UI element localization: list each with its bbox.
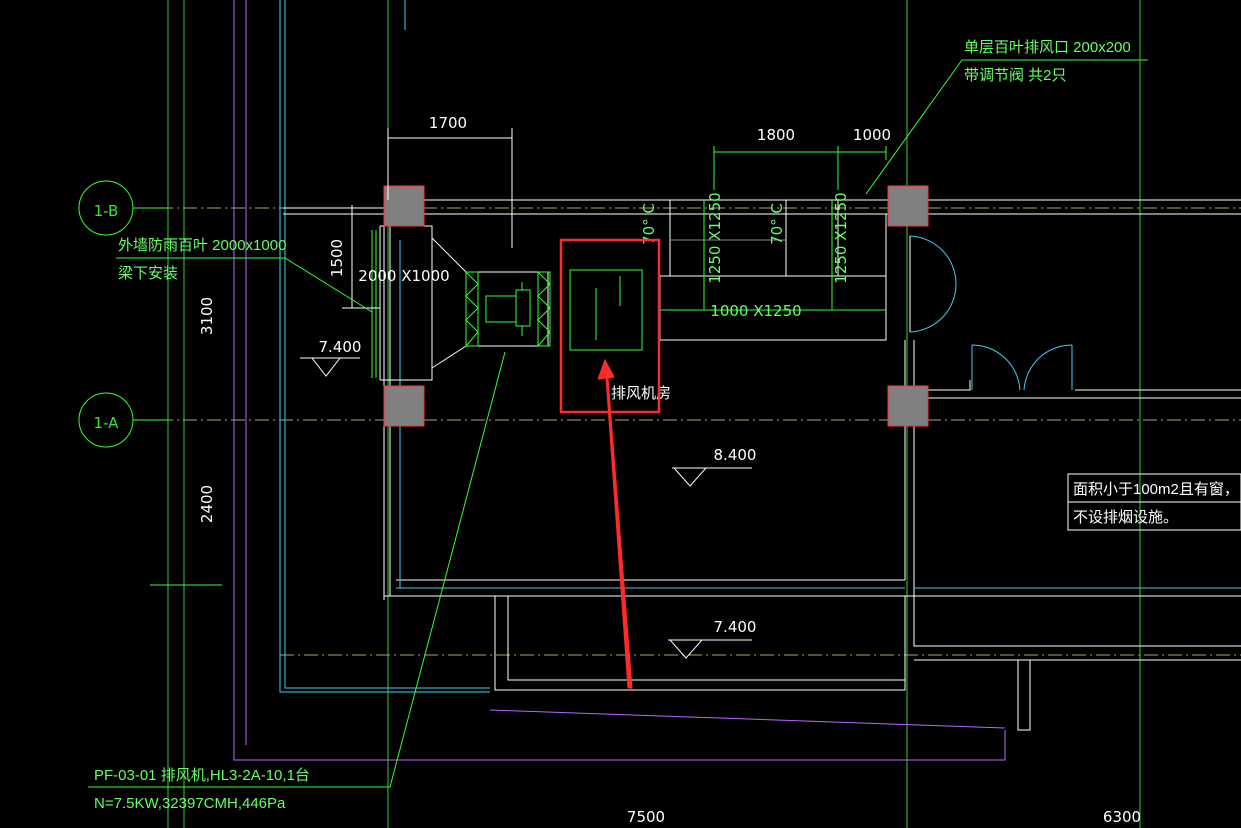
elevation-marker-1: 7.400 xyxy=(300,338,362,377)
smoke-note-line2: 不设排烟设施。 xyxy=(1073,509,1178,526)
duct-label-2000x1000: 2000 X1000 xyxy=(358,267,449,285)
column-1 xyxy=(383,185,425,227)
dim-3100: 3100 xyxy=(198,297,216,335)
duct-label-1000x1250: 1000 X1250 xyxy=(710,302,801,320)
room-walls xyxy=(383,199,1241,731)
dim-1500: 1500 xyxy=(328,239,346,277)
louver-note-line2: 带调节阀 共2只 xyxy=(964,67,1067,84)
grid-bubble-1a[interactable]: 1-A xyxy=(78,392,168,448)
dim-1700: 1700 xyxy=(429,114,467,132)
dim-2400: 2400 xyxy=(198,485,216,523)
cad-drawing-canvas[interactable]: 1-B 1-A 1700 1800 1000 1500 3100 2400 75… xyxy=(0,0,1241,828)
grid-label-1b: 1-B xyxy=(94,202,119,220)
wall-louver-line1: 外墙防雨百叶 2000x1000 xyxy=(118,237,286,254)
room-name: 排风机房 xyxy=(611,385,671,402)
duct-label-v1: 1250 X1250 xyxy=(706,192,724,283)
grid-label-1a: 1-A xyxy=(94,414,120,432)
door-swings xyxy=(909,235,1073,391)
louver-note-line1: 单层百叶排风口 200x200 xyxy=(964,39,1131,56)
dim-1000: 1000 xyxy=(853,126,891,144)
duct-label-v2: 1250 X1250 xyxy=(832,192,850,283)
smoke-note-line1: 面积小于100m2且有窗， xyxy=(1073,480,1239,498)
grid-bubble-1b[interactable]: 1-B xyxy=(78,180,168,236)
dim-7500: 7500 xyxy=(627,808,665,826)
fan-unit xyxy=(569,269,643,351)
elevation-marker-3: 7.400 xyxy=(668,618,757,659)
elevation-marker-2: 8.400 xyxy=(672,446,757,487)
room-inner-lines xyxy=(396,240,1241,589)
duct-system xyxy=(379,200,887,381)
column-2 xyxy=(887,185,929,227)
duct-inlet-louver xyxy=(371,230,551,378)
elevation-text-1: 7.400 xyxy=(319,338,362,356)
column-3 xyxy=(383,385,425,427)
equipment-line2: N=7.5KW,32397CMH,446Pa xyxy=(94,795,286,812)
elevation-text-2: 8.400 xyxy=(714,446,757,464)
leader-lines xyxy=(88,59,1148,788)
left-walls xyxy=(233,0,1006,761)
smoke-note-box: 面积小于100m2且有窗， 不设排烟设施。 xyxy=(1067,473,1241,531)
equipment-line1: PF-03-01 排风机,HL3-2A-10,1台 xyxy=(94,767,310,784)
column-4 xyxy=(887,385,929,427)
fire-damper-1: 70° C xyxy=(640,203,658,245)
grid-lines xyxy=(167,0,1141,828)
wall-louver-line2: 梁下安装 xyxy=(118,265,178,282)
fire-damper-2: 70° C xyxy=(768,203,786,245)
dim-1800: 1800 xyxy=(757,126,795,144)
fan-icon xyxy=(485,282,531,336)
highlight-arrow xyxy=(597,358,633,689)
elevation-text-3: 7.400 xyxy=(714,618,757,636)
highlight-annotation[interactable] xyxy=(559,238,661,689)
dim-6300: 6300 xyxy=(1103,808,1141,826)
